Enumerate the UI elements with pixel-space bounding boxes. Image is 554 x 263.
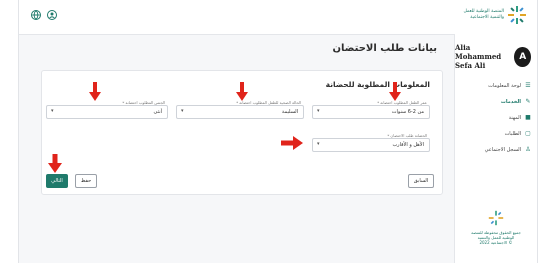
globe-icon[interactable] — [31, 10, 41, 20]
child-age-field: عمر الطفل المطلوب احتضانه * من 2-6 سنوات… — [312, 100, 430, 120]
sidebar-item-label: المهنة — [508, 115, 521, 121]
health-status-select[interactable]: السليمة ▾ — [176, 105, 304, 119]
field-value: من 2-6 سنوات — [391, 109, 424, 115]
requests-icon: ▢ — [525, 130, 531, 137]
custody-field: الحضانة طلب الاحتضان * الأهل و الأقارب ▾ — [312, 133, 430, 153]
sidebar-nav: لوحة المعلومات ☰ الخدمات ✎ المهنة ■ الطل… — [459, 78, 531, 158]
user-name: Alia Mohammed Sefa Ali — [455, 43, 508, 70]
chevron-down-icon: ▾ — [317, 141, 320, 147]
annotation-arrow-down — [389, 82, 401, 101]
gender-field: الجنس المطلوب احتضانه * أنثى ▾ — [46, 100, 168, 120]
briefcase-icon: ■ — [525, 114, 531, 121]
dashboard-icon: ☰ — [525, 82, 531, 89]
top-bar: المنصة الوطنية للعمل والتنمية الاجتماعية — [19, 0, 537, 35]
annotation-arrow-down — [236, 82, 248, 101]
platform-logo[interactable]: المنصة الوطنية للعمل والتنمية الاجتماعية — [464, 5, 527, 25]
sidebar: A Alia Mohammed Sefa Ali لوحة المعلومات … — [454, 34, 537, 263]
sidebar-item-profession[interactable]: المهنة ■ — [459, 110, 531, 126]
sidebar-footer: جميع الحقوق محفوظة للمنصة الوطنية للعمل … — [465, 210, 527, 245]
sidebar-item-requests[interactable]: الطلبات ▢ — [459, 126, 531, 142]
sidebar-item-label: الخدمات — [500, 99, 521, 105]
custody-select[interactable]: الأهل و الأقارب ▾ — [312, 138, 430, 152]
chevron-down-icon: ▾ — [317, 108, 320, 114]
back-button[interactable]: السابق — [408, 174, 434, 188]
top-bar-icons — [31, 10, 57, 20]
save-button[interactable]: حفظ — [75, 174, 97, 188]
chevron-down-icon: ▾ — [51, 108, 54, 114]
annotation-arrow-down — [48, 154, 62, 173]
footer-logo-icon — [488, 210, 504, 226]
health-status-field: الحالة الصحية للطفل المطلوب احتضانه * ال… — [176, 100, 304, 120]
field-value: أنثى — [153, 109, 162, 115]
chevron-down-icon: ▾ — [181, 108, 184, 114]
avatar: A — [514, 46, 531, 67]
sidebar-item-label: الطلبات — [504, 131, 521, 137]
app-frame: المنصة الوطنية للعمل والتنمية الاجتماعية… — [18, 0, 538, 263]
logo-line-2: والتنمية الاجتماعية — [470, 15, 504, 20]
services-icon: ✎ — [525, 98, 531, 105]
user-icon[interactable] — [47, 10, 57, 20]
social-record-icon: ♙ — [525, 146, 531, 153]
sidebar-item-label: السجل الاجتماعي — [484, 147, 521, 153]
gender-select[interactable]: أنثى ▾ — [46, 105, 168, 119]
footer-line-1: جميع الحقوق محفوظة للمنصة الوطنية للعمل … — [471, 230, 521, 240]
user-name-line-1: Alia Mohammed — [455, 43, 502, 61]
page-title: بيانات طلب الاحتضان — [332, 43, 437, 54]
next-button[interactable]: التالي — [46, 174, 68, 188]
footer-line-2: الاجتماعية 2022 © — [479, 240, 513, 245]
annotation-arrow-down — [89, 82, 101, 101]
annotation-arrow-right — [281, 136, 303, 150]
field-value: السليمة — [281, 109, 298, 115]
section-title: المعلومات المطلوبة للحضانة — [325, 80, 430, 89]
sidebar-item-dashboard[interactable]: لوحة المعلومات ☰ — [459, 78, 531, 94]
sidebar-item-services[interactable]: الخدمات ✎ — [459, 94, 531, 110]
child-age-select[interactable]: من 2-6 سنوات ▾ — [312, 105, 430, 119]
logo-mark-icon — [508, 6, 526, 24]
field-value: الأهل و الأقارب — [392, 142, 424, 148]
sidebar-item-social-record[interactable]: السجل الاجتماعي ♙ — [459, 142, 531, 158]
user-name-line-2: Sefa Ali — [455, 61, 486, 70]
sidebar-item-label: لوحة المعلومات — [488, 83, 521, 89]
user-profile[interactable]: A Alia Mohammed Sefa Ali — [455, 43, 531, 70]
